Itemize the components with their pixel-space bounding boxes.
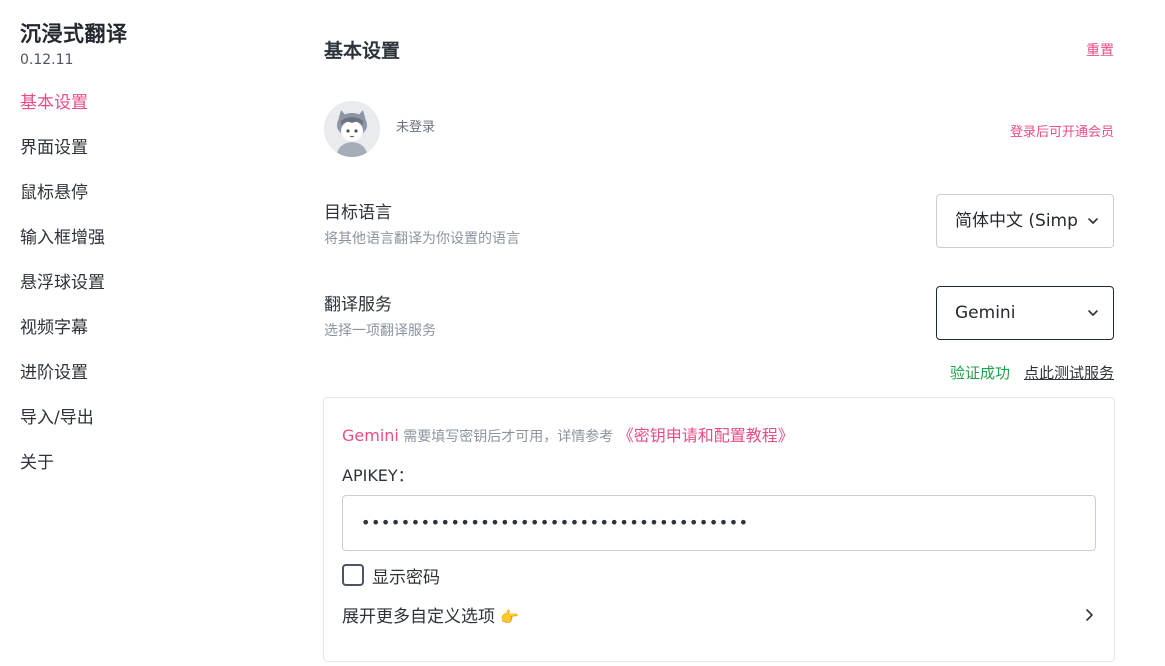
translation-service-description: 选择一项翻译服务 bbox=[324, 323, 436, 339]
service-config-card: Gemini 需要填写密钥后才可用，详情参考 《密钥申请和配置教程》 APIKE… bbox=[323, 397, 1115, 662]
sidebar-item-advanced-settings[interactable]: 进阶设置 bbox=[20, 360, 105, 405]
expand-options-text: 展开更多自定义选项 bbox=[342, 607, 495, 627]
apikey-label: APIKEY： bbox=[342, 466, 414, 485]
sidebar-item-interface-settings[interactable]: 界面设置 bbox=[20, 135, 105, 180]
sidebar-item-basic-settings[interactable]: 基本设置 bbox=[20, 90, 105, 135]
sidebar-item-import-export[interactable]: 导入/导出 bbox=[20, 405, 105, 450]
test-service-link[interactable]: 点此测试服务 bbox=[1024, 362, 1114, 383]
login-status: 未登录 bbox=[396, 120, 436, 135]
app-title: 沉浸式翻译 bbox=[20, 22, 128, 46]
reset-button[interactable]: 重置 bbox=[1086, 40, 1114, 60]
service-name: Gemini bbox=[342, 426, 399, 445]
target-language-label: 目标语言 bbox=[324, 203, 392, 223]
membership-link[interactable]: 登录后可开通会员 bbox=[1010, 121, 1114, 140]
target-language-description: 将其他语言翻译为你设置的语言 bbox=[324, 231, 520, 247]
apikey-input[interactable]: ••••••••••••••••••••••••••••••••••••••• bbox=[342, 495, 1096, 551]
sidebar-nav: 基本设置 界面设置 鼠标悬停 输入框增强 悬浮球设置 视频字幕 进阶设置 导入/… bbox=[20, 90, 105, 495]
chevron-right-icon bbox=[1086, 609, 1093, 621]
app-version: 0.12.11 bbox=[20, 52, 74, 68]
target-language-select[interactable]: 简体中文 (Simplified Chinese) bbox=[936, 194, 1114, 248]
translation-service-label: 翻译服务 bbox=[324, 295, 392, 315]
key-guide-link[interactable]: 《密钥申请和配置教程》 bbox=[618, 426, 794, 445]
sidebar-item-video-subtitles[interactable]: 视频字幕 bbox=[20, 315, 105, 360]
verify-status: 验证成功 bbox=[949, 364, 1010, 382]
expand-options-row[interactable]: 展开更多自定义选项 👉 bbox=[342, 600, 1098, 628]
main-content: 基本设置 重置 未登录 登录后可开通会员 目标语言 将其他语言翻译为你设置的语言… bbox=[323, 0, 1115, 666]
cat-avatar-icon[interactable] bbox=[324, 101, 380, 157]
target-language-value: 简体中文 (Simplified Chinese) bbox=[955, 211, 1079, 231]
chevron-down-icon bbox=[1088, 310, 1098, 316]
sidebar-item-about[interactable]: 关于 bbox=[20, 450, 105, 495]
service-note: Gemini 需要填写密钥后才可用，详情参考 《密钥申请和配置教程》 bbox=[342, 422, 794, 446]
expand-options-label: 展开更多自定义选项 👉 bbox=[342, 602, 519, 627]
show-password-label[interactable]: 显示密码 bbox=[372, 563, 440, 588]
chevron-down-icon bbox=[1088, 218, 1098, 224]
sidebar-item-input-enhance[interactable]: 输入框增强 bbox=[20, 225, 105, 270]
sidebar-item-float-ball[interactable]: 悬浮球设置 bbox=[20, 270, 105, 315]
pointing-hand-icon: 👉 bbox=[500, 608, 520, 626]
sidebar: 沉浸式翻译 0.12.11 基本设置 界面设置 鼠标悬停 输入框增强 悬浮球设置… bbox=[0, 0, 290, 666]
service-note-text: 需要填写密钥后才可用，详情参考 bbox=[398, 429, 618, 445]
show-password-checkbox[interactable] bbox=[342, 564, 364, 586]
sidebar-item-mouse-hover[interactable]: 鼠标悬停 bbox=[20, 180, 105, 225]
translation-service-value: Gemini bbox=[955, 303, 1016, 323]
page-title: 基本设置 bbox=[324, 40, 401, 62]
translation-service-select[interactable]: Gemini bbox=[936, 286, 1114, 340]
avatar-image bbox=[324, 101, 380, 157]
